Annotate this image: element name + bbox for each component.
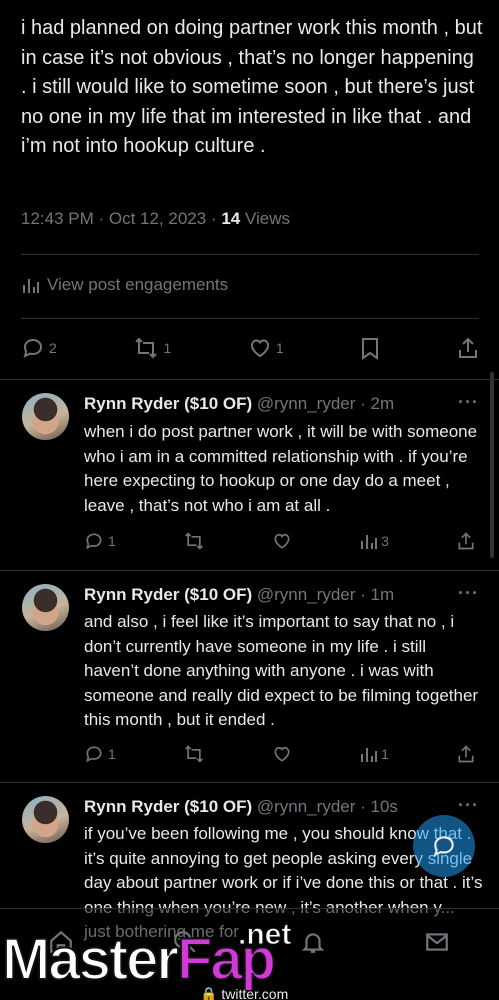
author-handle[interactable]: @rynn_ryder · 2m (257, 394, 394, 413)
reply-header: Rynn Ryder ($10 OF) @rynn_ryder · 2m (84, 394, 394, 414)
like-button[interactable] (272, 531, 292, 551)
divider (21, 318, 479, 319)
bookmark-icon (362, 338, 379, 360)
more-options-icon[interactable]: ··· (458, 583, 479, 604)
divider (0, 570, 499, 571)
divider (0, 379, 499, 380)
avatar[interactable] (22, 584, 69, 631)
share-button[interactable] (456, 531, 476, 551)
post-text: i had planned on doing partner work this… (21, 17, 483, 157)
repost-button[interactable]: 1 (133, 336, 171, 360)
share-icon (458, 745, 474, 763)
avatar[interactable] (22, 393, 69, 440)
author-name[interactable]: Rynn Ryder ($10 OF) (84, 394, 252, 413)
repost-button[interactable] (183, 531, 205, 551)
heart-icon (274, 533, 290, 549)
share-icon (458, 337, 477, 358)
views-count: 14 (221, 209, 241, 228)
scrollbar[interactable] (490, 372, 494, 558)
views-label: Views (240, 209, 291, 228)
analytics-icon (23, 279, 39, 293)
repost-icon (184, 745, 203, 763)
views-count: 1 (381, 746, 389, 762)
repost-icon (184, 532, 203, 550)
reply-text: and also , i feel like it’s important to… (84, 612, 479, 729)
analytics-icon (361, 535, 378, 549)
share-button[interactable] (456, 744, 476, 764)
compose-button[interactable] (413, 815, 475, 877)
views-count: 3 (381, 533, 389, 549)
source-url: 🔒 twitter.com (200, 986, 289, 1000)
author-handle[interactable]: @rynn_ryder · 10s (257, 797, 398, 816)
watermark-domain: .net (237, 918, 292, 952)
reply-icon (86, 746, 102, 763)
reply-actions: 1 1 (84, 744, 476, 764)
divider (0, 782, 499, 783)
reply-header: Rynn Ryder ($10 OF) @rynn_ryder · 10s (84, 797, 398, 817)
share-button[interactable] (457, 336, 479, 360)
engagements-label: View post engagements (47, 275, 229, 294)
post-timestamp[interactable]: 12:43 PM · Oct 12, 2023 · (21, 209, 221, 228)
reply-count: 2 (49, 340, 57, 356)
author-name[interactable]: Rynn Ryder ($10 OF) (84, 797, 252, 816)
post-meta: 12:43 PM · Oct 12, 2023 · 14 Views (21, 209, 290, 229)
repost-button[interactable] (183, 744, 205, 764)
reply-button[interactable]: 1 (84, 744, 116, 764)
repost-icon (135, 337, 158, 359)
bell-icon[interactable] (300, 929, 326, 955)
divider (21, 254, 479, 255)
more-options-icon[interactable]: ··· (458, 392, 479, 413)
analytics-icon (361, 748, 378, 762)
reply-actions: 1 3 (84, 531, 476, 551)
view-engagements-link[interactable]: View post engagements (21, 275, 228, 295)
author-name[interactable]: Rynn Ryder ($10 OF) (84, 585, 252, 604)
bookmark-button[interactable] (360, 336, 380, 360)
like-button[interactable]: 1 (248, 336, 284, 360)
reply-count: 1 (108, 746, 116, 762)
like-count: 1 (275, 340, 284, 356)
watermark-logo: MasterFap (1, 926, 277, 993)
avatar[interactable] (22, 796, 69, 843)
heart-icon (274, 746, 290, 762)
views-button[interactable]: 1 (359, 745, 389, 763)
reply-button[interactable]: 2 (21, 336, 57, 360)
reply-count: 1 (108, 533, 116, 549)
share-icon (458, 532, 474, 550)
reply-icon (86, 533, 102, 550)
reply-icon (433, 836, 454, 857)
reply-header: Rynn Ryder ($10 OF) @rynn_ryder · 1m (84, 585, 394, 605)
like-button[interactable] (272, 744, 292, 764)
reply-icon (23, 338, 43, 358)
heart-icon (250, 339, 269, 358)
author-handle[interactable]: @rynn_ryder · 1m (257, 585, 394, 604)
repost-count: 1 (163, 340, 172, 356)
views-button[interactable]: 3 (359, 532, 389, 550)
more-options-icon[interactable]: ··· (458, 795, 479, 816)
post-actions: 2 1 1 (21, 336, 479, 360)
reply-button[interactable]: 1 (84, 531, 116, 551)
mail-icon[interactable] (424, 929, 450, 955)
reply-text: when i do post partner work , it will be… (84, 422, 478, 515)
